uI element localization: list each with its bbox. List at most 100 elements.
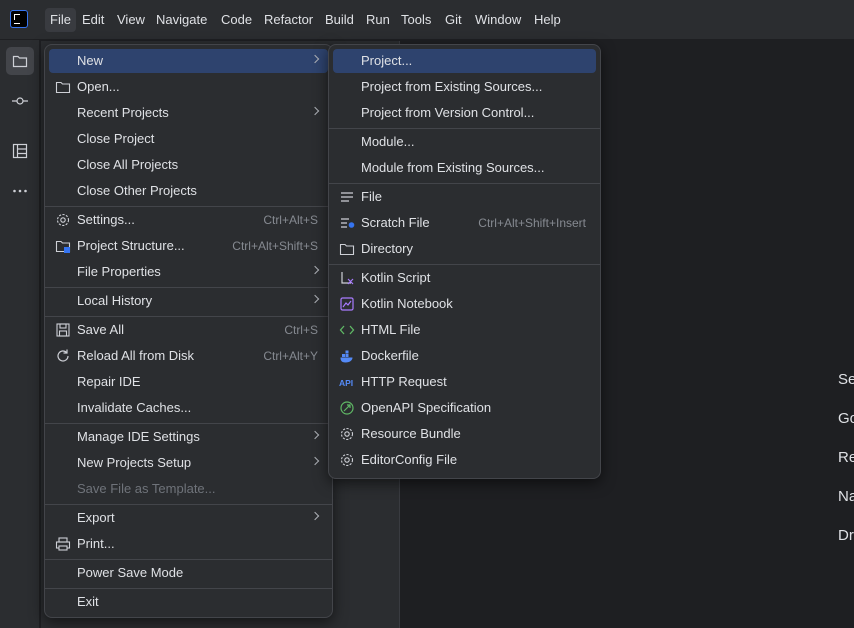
welcome-hint-text: Se (838, 371, 854, 388)
tool-window-strip (0, 40, 40, 628)
menu-item-file[interactable]: File (333, 185, 596, 209)
menu-item-label: OpenAPI Specification (361, 400, 492, 415)
chevron-right-icon (310, 106, 320, 116)
menu-item-repair-ide[interactable]: Repair IDE (49, 370, 328, 394)
menu-git[interactable]: Git (440, 8, 467, 32)
chevron-right-icon (310, 54, 320, 64)
menu-item-label: Export (77, 510, 115, 525)
menu-edit[interactable]: Edit (77, 8, 109, 32)
menu-item-label: Power Save Mode (77, 565, 184, 580)
menu-item-editorconfig-file[interactable]: EditorConfig File (333, 448, 596, 472)
menu-item-label: Project... (361, 53, 413, 68)
more-tool-windows-button[interactable] (6, 177, 34, 205)
menu-item-module[interactable]: Module... (333, 130, 596, 154)
shortcut-label: Ctrl+Alt+Shift+S (232, 239, 318, 253)
docker-icon (339, 348, 355, 364)
project-tool-button[interactable] (6, 47, 34, 75)
menu-separator (45, 287, 332, 288)
menu-item-print[interactable]: Print... (49, 532, 328, 556)
menu-item-label: Kotlin Script (361, 270, 431, 285)
menu-item-label: Invalidate Caches... (77, 400, 192, 415)
intellij-logo-icon[interactable] (11, 11, 27, 27)
menu-item-exit[interactable]: Exit (49, 590, 328, 614)
menu-item-file-properties[interactable]: File Properties (49, 260, 328, 284)
menu-item-label: Reload All from Disk (77, 348, 195, 363)
menu-item-label: File Properties (77, 264, 161, 279)
menu-item-label: Close Other Projects (77, 183, 197, 198)
menu-item-resource-bundle[interactable]: Resource Bundle (333, 422, 596, 446)
menu-view[interactable]: View (112, 8, 150, 32)
menu-item-close-other-projects[interactable]: Close Other Projects (49, 179, 328, 203)
folder-icon (55, 79, 71, 95)
menu-navigate[interactable]: Navigate (151, 8, 212, 32)
menu-file[interactable]: File (45, 8, 76, 32)
menu-item-project-structure[interactable]: Project Structure... Ctrl+Alt+Shift+S (49, 234, 328, 258)
menu-build[interactable]: Build (320, 8, 359, 32)
chevron-right-icon (310, 430, 320, 440)
kotlin-notebook-icon (339, 296, 355, 312)
menu-item-invalidate-caches[interactable]: Invalidate Caches... (49, 396, 328, 420)
shortcut-label: Ctrl+Alt+Shift+Insert (478, 216, 586, 230)
menu-item-label: Settings... (77, 212, 135, 227)
menu-item-label: File (361, 189, 382, 204)
menu-item-power-save-mode[interactable]: Power Save Mode (49, 561, 328, 585)
menu-item-label: Module from Existing Sources... (361, 160, 545, 175)
folder-icon (339, 241, 355, 257)
menu-code[interactable]: Code (216, 8, 257, 32)
menu-separator (45, 504, 332, 505)
menu-window[interactable]: Window (470, 8, 526, 32)
menu-item-module-from-existing-sources[interactable]: Module from Existing Sources... (333, 156, 596, 180)
menu-item-label: EditorConfig File (361, 452, 458, 467)
menu-item-label: Kotlin Notebook (361, 296, 453, 311)
menu-tools[interactable]: Tools (396, 8, 436, 32)
structure-tool-button[interactable] (6, 137, 34, 165)
menu-item-close-project[interactable]: Close Project (49, 127, 328, 151)
file-menu: New Open... Recent Projects Close Project Cl… (44, 44, 333, 618)
menu-item-directory[interactable]: Directory (333, 237, 596, 261)
menu-item-kotlin-script[interactable]: Kotlin Script (333, 266, 596, 290)
menu-item-kotlin-notebook[interactable]: Kotlin Notebook (333, 292, 596, 316)
menu-item-project[interactable]: Project... (333, 49, 596, 73)
menu-item-open[interactable]: Open... (49, 75, 328, 99)
menu-item-scratch-file[interactable]: Scratch File Ctrl+Alt+Shift+Insert (333, 211, 596, 235)
menu-refactor[interactable]: Refactor (259, 8, 318, 32)
commit-tool-button[interactable] (6, 87, 34, 115)
menu-separator (45, 588, 332, 589)
menu-item-recent-projects[interactable]: Recent Projects (49, 101, 328, 125)
menu-item-local-history[interactable]: Local History (49, 289, 328, 313)
menu-item-http-request[interactable]: API HTTP Request (333, 370, 596, 394)
menu-item-project-from-existing-sources[interactable]: Project from Existing Sources... (333, 75, 596, 99)
menu-item-html-file[interactable]: HTML File (333, 318, 596, 342)
menu-item-label: Save All (77, 322, 124, 337)
menu-item-label: Exit (77, 594, 99, 609)
menu-item-new[interactable]: New (49, 49, 328, 73)
menu-item-label: Scratch File (361, 215, 430, 230)
folder-icon (12, 55, 28, 68)
menu-item-export[interactable]: Export (49, 506, 328, 530)
chevron-right-icon (310, 511, 320, 521)
menu-separator (45, 559, 332, 560)
more-icon (13, 189, 27, 193)
menu-item-new-projects-setup[interactable]: New Projects Setup (49, 451, 328, 475)
menu-item-project-from-version-control[interactable]: Project from Version Control... (333, 101, 596, 125)
shortcut-label: Ctrl+S (284, 323, 318, 337)
menu-item-label: Save File as Template... (77, 481, 216, 496)
menu-item-close-all-projects[interactable]: Close All Projects (49, 153, 328, 177)
menu-item-label: Module... (361, 134, 415, 149)
menu-item-save-all[interactable]: Save All Ctrl+S (49, 318, 328, 342)
file-icon (339, 189, 355, 205)
menu-item-reload-all-from-disk[interactable]: Reload All from Disk Ctrl+Alt+Y (49, 344, 328, 368)
kotlin-script-icon (339, 270, 355, 286)
menu-item-dockerfile[interactable]: Dockerfile (333, 344, 596, 368)
structure-icon (12, 143, 28, 159)
menu-item-settings[interactable]: Settings... Ctrl+Alt+S (49, 208, 328, 232)
menu-separator (329, 264, 600, 265)
gear-icon (339, 426, 355, 442)
menu-help[interactable]: Help (529, 8, 566, 32)
menu-item-manage-ide-settings[interactable]: Manage IDE Settings (49, 425, 328, 449)
welcome-hint-text: Go (838, 410, 854, 427)
menu-run[interactable]: Run (361, 8, 395, 32)
commit-icon (12, 97, 28, 105)
menu-item-label: Repair IDE (77, 374, 141, 389)
menu-item-openapi-specification[interactable]: OpenAPI Specification (333, 396, 596, 420)
